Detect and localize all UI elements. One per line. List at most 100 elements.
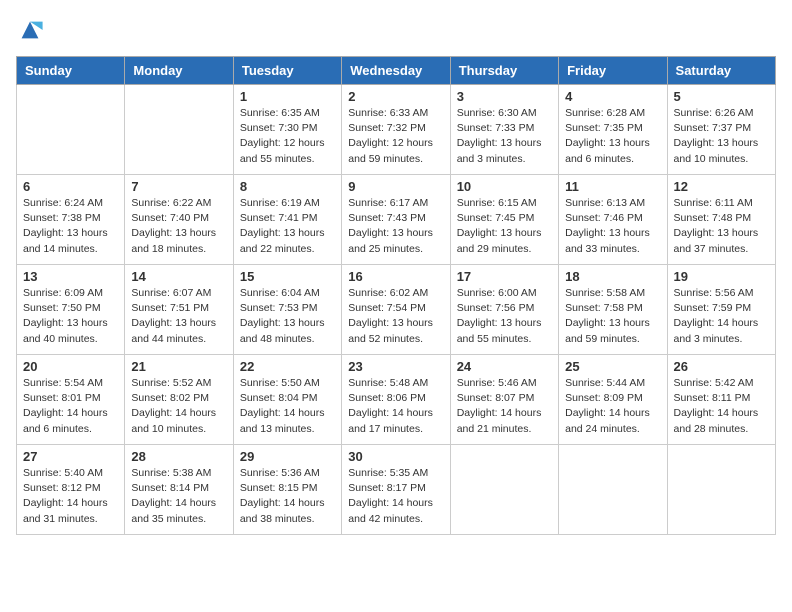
calendar-cell: 28 Sunrise: 5:38 AM Sunset: 8:14 PM Dayli… (125, 445, 233, 535)
calendar-cell (559, 445, 667, 535)
calendar-cell (17, 85, 125, 175)
day-info: Sunrise: 5:48 AM Sunset: 8:06 PM Dayligh… (348, 376, 443, 437)
day-number: 4 (565, 89, 660, 104)
calendar-cell: 20 Sunrise: 5:54 AM Sunset: 8:01 PM Dayli… (17, 355, 125, 445)
calendar-cell: 23Sunrise: 5:48 AM Sunset: 8:06 PM Dayli… (342, 355, 450, 445)
calendar-cell (667, 445, 775, 535)
day-number: 21 (131, 359, 226, 374)
header (16, 16, 776, 44)
day-info: Sunrise: 5:50 AM Sunset: 8:04 PM Dayligh… (240, 376, 335, 437)
day-info: Sunrise: 5:58 AM Sunset: 7:58 PM Dayligh… (565, 286, 660, 347)
calendar-week-4: 20 Sunrise: 5:54 AM Sunset: 8:01 PM Dayli… (17, 355, 776, 445)
calendar-cell: 18 Sunrise: 5:58 AM Sunset: 7:58 PM Dayli… (559, 265, 667, 355)
day-number: 20 (23, 359, 118, 374)
day-number: 9 (348, 179, 443, 194)
calendar-cell: 12 Sunrise: 6:11 AM Sunset: 7:48 PM Dayli… (667, 175, 775, 265)
day-number: 14 (131, 269, 226, 284)
day-number: 12 (674, 179, 769, 194)
calendar-cell: 16 Sunrise: 6:02 AM Sunset: 7:54 PM Dayli… (342, 265, 450, 355)
calendar-cell: 13 Sunrise: 6:09 AM Sunset: 7:50 PM Dayli… (17, 265, 125, 355)
day-info: Sunrise: 6:33 AM Sunset: 7:32 PM Dayligh… (348, 106, 443, 167)
day-number: 22 (240, 359, 335, 374)
calendar-week-3: 13 Sunrise: 6:09 AM Sunset: 7:50 PM Dayli… (17, 265, 776, 355)
day-info: Sunrise: 6:22 AM Sunset: 7:40 PM Dayligh… (131, 196, 226, 257)
weekday-header-wednesday: Wednesday (342, 57, 450, 85)
calendar-cell: 14 Sunrise: 6:07 AM Sunset: 7:51 PM Dayli… (125, 265, 233, 355)
day-info: Sunrise: 5:36 AM Sunset: 8:15 PM Dayligh… (240, 466, 335, 527)
day-info: Sunrise: 5:44 AM Sunset: 8:09 PM Dayligh… (565, 376, 660, 437)
calendar-cell: 26Sunrise: 5:42 AM Sunset: 8:11 PM Dayli… (667, 355, 775, 445)
calendar-week-5: 27 Sunrise: 5:40 AM Sunset: 8:12 PM Dayli… (17, 445, 776, 535)
day-info: Sunrise: 5:46 AM Sunset: 8:07 PM Dayligh… (457, 376, 552, 437)
day-number: 16 (348, 269, 443, 284)
calendar-cell: 27 Sunrise: 5:40 AM Sunset: 8:12 PM Dayli… (17, 445, 125, 535)
day-number: 27 (23, 449, 118, 464)
day-number: 2 (348, 89, 443, 104)
day-info: Sunrise: 6:15 AM Sunset: 7:45 PM Dayligh… (457, 196, 552, 257)
day-number: 17 (457, 269, 552, 284)
calendar-cell: 29 Sunrise: 5:36 AM Sunset: 8:15 PM Dayli… (233, 445, 341, 535)
day-number: 18 (565, 269, 660, 284)
day-number: 24 (457, 359, 552, 374)
calendar-cell (450, 445, 558, 535)
calendar-cell: 2 Sunrise: 6:33 AM Sunset: 7:32 PM Daylig… (342, 85, 450, 175)
calendar-cell: 6Sunrise: 6:24 AM Sunset: 7:38 PM Daylig… (17, 175, 125, 265)
day-info: Sunrise: 6:13 AM Sunset: 7:46 PM Dayligh… (565, 196, 660, 257)
day-number: 5 (674, 89, 769, 104)
calendar-header-row: SundayMondayTuesdayWednesdayThursdayFrid… (17, 57, 776, 85)
weekday-header-thursday: Thursday (450, 57, 558, 85)
day-info: Sunrise: 5:42 AM Sunset: 8:11 PM Dayligh… (674, 376, 769, 437)
day-number: 8 (240, 179, 335, 194)
calendar-cell: 9 Sunrise: 6:17 AM Sunset: 7:43 PM Daylig… (342, 175, 450, 265)
weekday-header-friday: Friday (559, 57, 667, 85)
day-number: 1 (240, 89, 335, 104)
day-info: Sunrise: 5:52 AM Sunset: 8:02 PM Dayligh… (131, 376, 226, 437)
day-number: 13 (23, 269, 118, 284)
calendar-cell: 30 Sunrise: 5:35 AM Sunset: 8:17 PM Dayli… (342, 445, 450, 535)
day-number: 15 (240, 269, 335, 284)
calendar-cell: 10Sunrise: 6:15 AM Sunset: 7:45 PM Dayli… (450, 175, 558, 265)
day-info: Sunrise: 5:35 AM Sunset: 8:17 PM Dayligh… (348, 466, 443, 527)
calendar-cell: 19 Sunrise: 5:56 AM Sunset: 7:59 PM Dayli… (667, 265, 775, 355)
calendar-cell (125, 85, 233, 175)
weekday-header-tuesday: Tuesday (233, 57, 341, 85)
day-info: Sunrise: 6:35 AM Sunset: 7:30 PM Dayligh… (240, 106, 335, 167)
day-info: Sunrise: 6:04 AM Sunset: 7:53 PM Dayligh… (240, 286, 335, 347)
day-info: Sunrise: 6:17 AM Sunset: 7:43 PM Dayligh… (348, 196, 443, 257)
calendar-cell: 22 Sunrise: 5:50 AM Sunset: 8:04 PM Dayli… (233, 355, 341, 445)
day-number: 30 (348, 449, 443, 464)
calendar-cell: 3 Sunrise: 6:30 AM Sunset: 7:33 PM Daylig… (450, 85, 558, 175)
calendar-cell: 24 Sunrise: 5:46 AM Sunset: 8:07 PM Dayli… (450, 355, 558, 445)
day-info: Sunrise: 6:02 AM Sunset: 7:54 PM Dayligh… (348, 286, 443, 347)
calendar-cell: 15 Sunrise: 6:04 AM Sunset: 7:53 PM Dayli… (233, 265, 341, 355)
day-info: Sunrise: 6:00 AM Sunset: 7:56 PM Dayligh… (457, 286, 552, 347)
day-info: Sunrise: 6:11 AM Sunset: 7:48 PM Dayligh… (674, 196, 769, 257)
weekday-header-saturday: Saturday (667, 57, 775, 85)
day-info: Sunrise: 6:30 AM Sunset: 7:33 PM Dayligh… (457, 106, 552, 167)
calendar-cell: 4 Sunrise: 6:28 AM Sunset: 7:35 PM Daylig… (559, 85, 667, 175)
day-info: Sunrise: 5:40 AM Sunset: 8:12 PM Dayligh… (23, 466, 118, 527)
calendar-cell: 25Sunrise: 5:44 AM Sunset: 8:09 PM Dayli… (559, 355, 667, 445)
calendar-cell: 5Sunrise: 6:26 AM Sunset: 7:37 PM Daylig… (667, 85, 775, 175)
calendar-cell: 8 Sunrise: 6:19 AM Sunset: 7:41 PM Daylig… (233, 175, 341, 265)
calendar-cell: 7Sunrise: 6:22 AM Sunset: 7:40 PM Daylig… (125, 175, 233, 265)
calendar-cell: 1 Sunrise: 6:35 AM Sunset: 7:30 PM Daylig… (233, 85, 341, 175)
day-number: 19 (674, 269, 769, 284)
day-info: Sunrise: 5:54 AM Sunset: 8:01 PM Dayligh… (23, 376, 118, 437)
day-number: 28 (131, 449, 226, 464)
calendar-week-1: 1 Sunrise: 6:35 AM Sunset: 7:30 PM Daylig… (17, 85, 776, 175)
day-info: Sunrise: 6:09 AM Sunset: 7:50 PM Dayligh… (23, 286, 118, 347)
day-number: 29 (240, 449, 335, 464)
day-number: 3 (457, 89, 552, 104)
calendar-cell: 17 Sunrise: 6:00 AM Sunset: 7:56 PM Dayli… (450, 265, 558, 355)
logo-icon (16, 16, 44, 44)
calendar-cell: 11Sunrise: 6:13 AM Sunset: 7:46 PM Dayli… (559, 175, 667, 265)
day-info: Sunrise: 6:07 AM Sunset: 7:51 PM Dayligh… (131, 286, 226, 347)
day-info: Sunrise: 6:28 AM Sunset: 7:35 PM Dayligh… (565, 106, 660, 167)
day-info: Sunrise: 5:38 AM Sunset: 8:14 PM Dayligh… (131, 466, 226, 527)
day-info: Sunrise: 6:19 AM Sunset: 7:41 PM Dayligh… (240, 196, 335, 257)
day-info: Sunrise: 5:56 AM Sunset: 7:59 PM Dayligh… (674, 286, 769, 347)
weekday-header-monday: Monday (125, 57, 233, 85)
logo (16, 16, 48, 44)
calendar-cell: 21 Sunrise: 5:52 AM Sunset: 8:02 PM Dayli… (125, 355, 233, 445)
